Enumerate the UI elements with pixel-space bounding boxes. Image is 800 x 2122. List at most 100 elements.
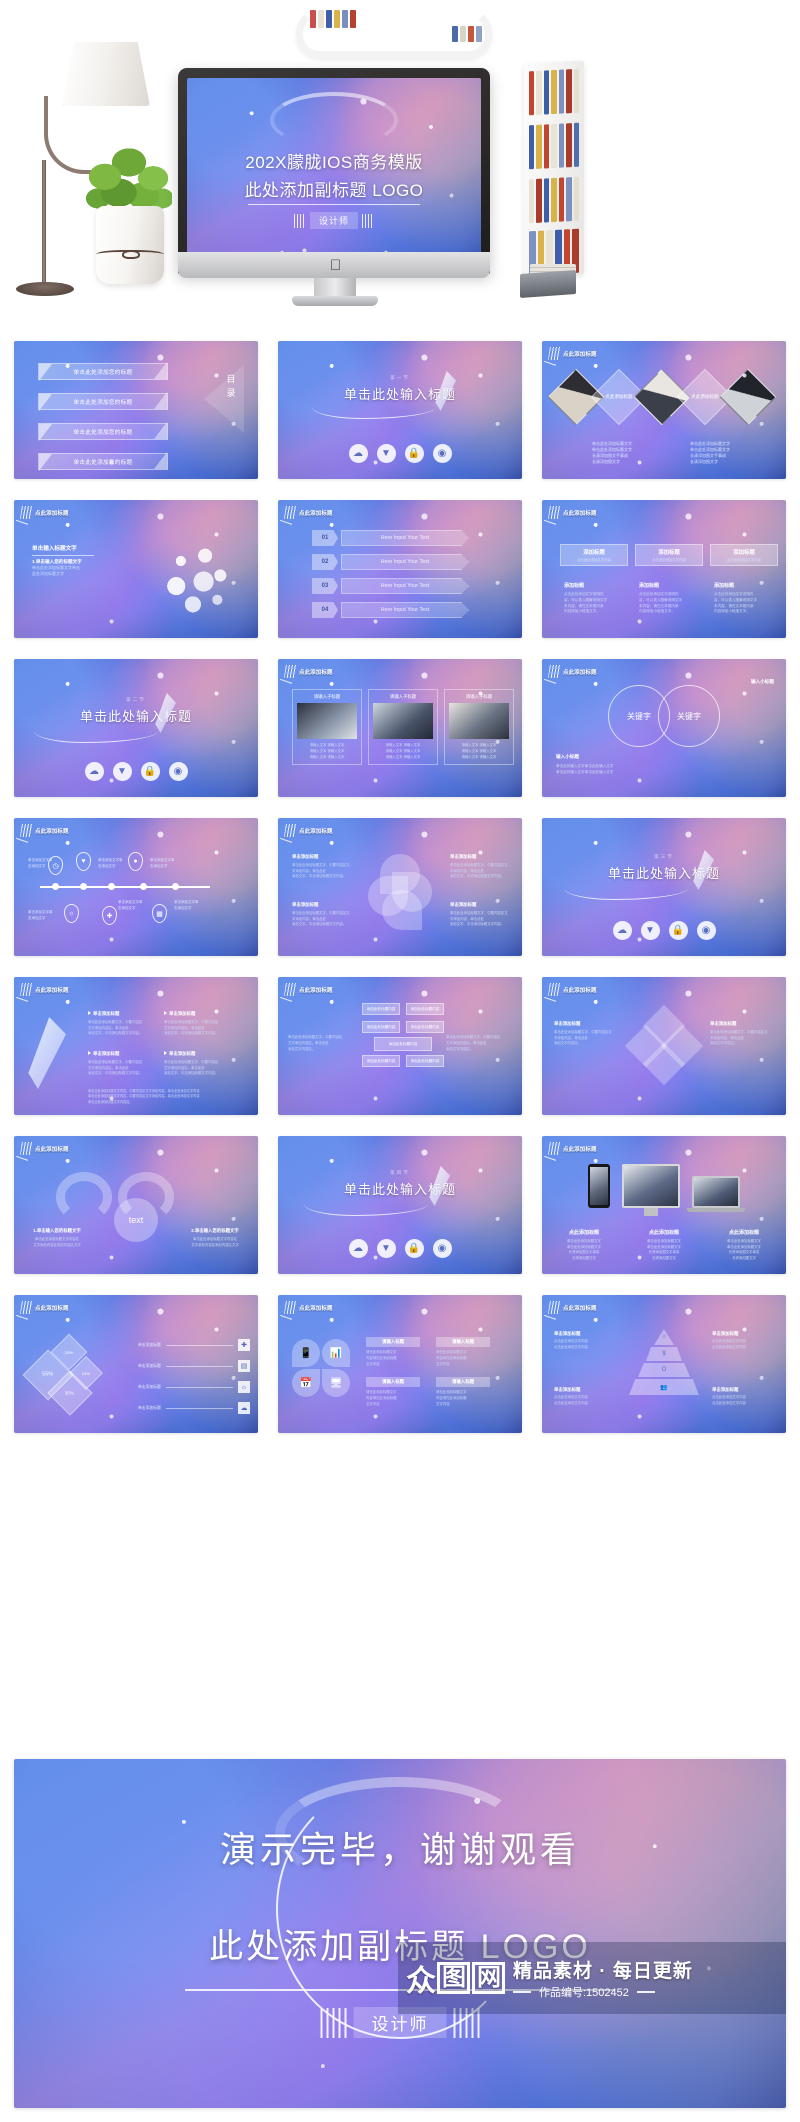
caption-title: 点此添加标题	[648, 1229, 679, 1236]
org-node[interactable]: 添加此处标题内容	[406, 1055, 444, 1067]
photo-card[interactable]: 请输入子标题 请输入文本 请输入文本 请输入文本 请输入文本 请输入文本 请输入…	[368, 689, 438, 766]
timeline-axis	[40, 886, 210, 888]
photo-card[interactable]: 请输入子标题 请输入文本 请输入文本 请输入文本 请输入文本 请输入文本 请输入…	[292, 689, 362, 766]
legend-row[interactable]: 单击添加标题 ☼	[138, 1381, 250, 1393]
diamond-cluster-graphic	[624, 1004, 704, 1086]
thumbnail-petal-cluster[interactable]: 点此添加标题 单击添加标题 单击此处添加标题文字，中要内容区文 字添加内容。单击…	[278, 818, 522, 956]
calendar-icon[interactable]: 📅	[292, 1369, 320, 1397]
cloud-icon[interactable]: ☁	[612, 921, 632, 940]
monitor-icon[interactable]: 🖥	[322, 1369, 350, 1397]
petal-card-icon	[382, 890, 422, 930]
thumbnail-section-divider-4[interactable]: 第四节 单击此处输入标题 ☁ ▼ 🔒 ◉	[278, 1136, 522, 1274]
card[interactable]: 添加标题 点击此处添加文字内容 添加标题 点击此处添加文字说明内 容，可以表入图…	[710, 544, 778, 615]
org-node-center[interactable]: 添加此处标题内容	[374, 1037, 432, 1051]
agenda-bar[interactable]: 单击此处添加您的标题	[38, 362, 168, 381]
wifi-icon[interactable]: ◉	[432, 444, 452, 463]
thumbnail-org-chart[interactable]: 点此添加标题 添加此处标题内容 添加此处标题内容 添加此处标题内容 添加此处标题…	[278, 977, 522, 1115]
lock-icon[interactable]: 🔒	[404, 1239, 424, 1258]
triangle-bullet-icon	[164, 1051, 167, 1055]
phone-icon[interactable]: 📱	[292, 1339, 320, 1367]
legend-row[interactable]: 单击添加标题 ▤	[138, 1360, 250, 1372]
legend-line	[165, 1386, 233, 1388]
photo-card-label: 请输入子标题	[465, 694, 493, 699]
bulb-icon[interactable]: ☼	[64, 904, 79, 923]
thumbnail-four-quadrant[interactable]: 点此添加标题 📱 📊 📅 🖥 请输入标题 请在此添加标题文字 内容请在此添加标题…	[278, 1295, 522, 1433]
wifi-icon[interactable]: ◉	[168, 762, 188, 781]
download-icon[interactable]: ▼	[640, 921, 660, 940]
timeline-dot	[172, 883, 179, 890]
thumbnail-arrow-text[interactable]: 点此添加标题 text 1.单击输入您的标题文字 单击此处添加标题文字内容区 文…	[14, 1136, 258, 1274]
lock-icon[interactable]: 🔒	[404, 444, 424, 463]
thumbnail-keywords[interactable]: 点此添加标题 关键字 关键字 输入小标题 输入小标题 单击此处输入文字单击此处输…	[542, 659, 786, 797]
plus-icon[interactable]: ✚	[102, 906, 117, 925]
org-side-left: 单击此处添加标题文字，中要内容区 文字添加内容区。单击此处 添加文字内容区。	[288, 1035, 343, 1051]
center-text-circle[interactable]: text	[114, 1198, 158, 1242]
thumbnail-section-divider-3[interactable]: 第三节 单击此处输入标题 ☁ ▼ 🔒 ◉	[542, 818, 786, 956]
card[interactable]: 添加标题 点击此处添加文字内容 添加标题 点击此处添加文字说明内 容，可以表入图…	[560, 544, 628, 615]
block-heading: 单击输入标题文字	[32, 546, 77, 552]
caption-body: 单击此处添加标题文字内容区 文字添加内容区添加内容区文字	[33, 1237, 81, 1247]
lock-icon[interactable]: 🔒	[140, 762, 160, 781]
pyramid-level-2[interactable]: $	[646, 1347, 682, 1361]
heart-icon[interactable]: ♥	[76, 852, 91, 871]
lock-icon[interactable]: 🔒	[668, 921, 688, 940]
quadrant-box[interactable]: 请输入标题 请在此添加标题文字 内容请在此添加标题 文字内容	[366, 1337, 420, 1367]
cloud-icon[interactable]: ☁	[84, 762, 104, 781]
agenda-bar-label: 单击此处添加您的标题	[73, 429, 133, 436]
org-node[interactable]: 添加此处标题内容	[362, 1055, 400, 1067]
agenda-bar[interactable]: 单击此处添加您的标题	[38, 422, 168, 441]
corner-title: 点此添加标题	[563, 351, 597, 358]
note-title: 输入小标题	[751, 679, 774, 684]
photo-card[interactable]: 请输入子标题 请输入文本 请输入文本 请输入文本 请输入文本 请输入文本 请输入…	[444, 689, 514, 766]
numbered-row[interactable]: 02 Here Input Your Text	[312, 554, 469, 570]
bookshelf-base	[520, 270, 576, 298]
thumbnail-percent-diamonds[interactable]: 点此添加标题 55% 20% 10% 35% 单击添加标题 ✚ 单击添加标题 ▤…	[14, 1295, 258, 1433]
wifi-icon[interactable]: ◉	[696, 921, 716, 940]
thumbnail-pen-bullets[interactable]: 点此添加标题 单击添加标题 单击此处添加标题文字，中要内容区 文字添加内容区。单…	[14, 977, 258, 1115]
org-node[interactable]: 添加此处标题内容	[406, 1003, 444, 1015]
cloud-icon[interactable]: ☁	[348, 1239, 368, 1258]
download-icon[interactable]: ▼	[112, 762, 132, 781]
thumbnail-section-divider-2[interactable]: 第二节 单击此处输入标题 ☁ ▼ 🔒 ◉	[14, 659, 258, 797]
thumbnail-three-cards[interactable]: 点此添加标题 添加标题 点击此处添加文字内容 添加标题 点击此处添加文字说明内 …	[542, 500, 786, 638]
wifi-icon[interactable]: ◉	[432, 1239, 452, 1258]
pyramid-level-3[interactable]: O	[638, 1363, 690, 1377]
thumbnail-devices[interactable]: 点此添加标题 点此添加标题 单击此处添加标题文字 单击此处添加标题文字 长清添加…	[542, 1136, 786, 1274]
download-icon[interactable]: ▼	[376, 1239, 396, 1258]
thumbnail-timeline[interactable]: 点此添加标题 ◷ ♥ ● ☼ ✚ ▦ 单击添加文字单 击添加文字 单击添加文字单…	[14, 818, 258, 956]
thumbnail-diamond-cluster[interactable]: 点此添加标题 单击添加标题 单击此处添加标题文字，中要内容区文 字添加内容。单击…	[542, 977, 786, 1115]
diamond-photo[interactable]	[719, 368, 777, 426]
cloud-icon[interactable]: ☁	[348, 444, 368, 463]
thumbnail-numbered-list[interactable]: 点此添加标题 01 Here Input Your Text 02 Here I…	[278, 500, 522, 638]
chart-icon[interactable]: 📊	[322, 1339, 350, 1367]
agenda-bar[interactable]: 单击此处添加您的标题	[38, 392, 168, 411]
imac-stand-neck	[314, 278, 356, 298]
legend-label: 单击添加标题	[138, 1384, 161, 1389]
numbered-row[interactable]: 04 Here Input Your Text	[312, 602, 469, 618]
item-body: 单击此处添加标题文字，中要内容区文 字添加内容。单击此处 添加文字。中击添加标题…	[292, 863, 350, 879]
legend-row[interactable]: 单击添加标题 ✚	[138, 1339, 250, 1351]
quadrant-box[interactable]: 请输入标题 请在此添加标题文字 内容请在此添加标题 文字内容	[436, 1377, 490, 1407]
thumbnail-diamond-photos[interactable]: 点此添加标题 点此添加标题 点此添加标题 单击此处添加标题文字 单击此处添加标题…	[542, 341, 786, 479]
pyramid-level-1[interactable]: ☼	[654, 1329, 674, 1345]
agenda-bar[interactable]: 单击此处添加您的标题	[38, 452, 168, 471]
quadrant-box[interactable]: 请输入标题 请在此添加标题文字 内容请在此添加标题 文字内容	[366, 1377, 420, 1407]
keyword-circle[interactable]: 关键字	[658, 685, 720, 747]
download-icon[interactable]: ▼	[376, 444, 396, 463]
row-number: 02	[312, 554, 338, 570]
numbered-row[interactable]: 03 Here Input Your Text	[312, 578, 469, 594]
thumbnail-section-divider-1[interactable]: 第一节 单击此处输入标题 ☁ ▼ 🔒 ◉	[278, 341, 522, 479]
card[interactable]: 添加标题 点击此处添加文字内容 添加标题 点击此处添加文字说明内 容，可以表入图…	[635, 544, 703, 615]
numbered-row[interactable]: 01 Here Input Your Text	[312, 530, 469, 546]
calendar-icon[interactable]: ▦	[152, 904, 167, 923]
org-node[interactable]: 添加此处标题内容	[362, 1021, 400, 1033]
pyramid-level-4[interactable]: 👥	[629, 1379, 699, 1395]
quadrant-box[interactable]: 请输入标题 请在此添加标题文字 内容请在此添加标题 文字内容	[436, 1337, 490, 1367]
org-node[interactable]: 添加此处标题内容	[362, 1003, 400, 1015]
thumbnail-pyramid[interactable]: 点此添加标题 ☼ $ O 👥 单击添加标题 点击此处添加文字内容 点击此处添加文…	[542, 1295, 786, 1433]
thumbnail-agenda[interactable]: 单击此处添加您的标题 单击此处添加您的标题 单击此处添加您的标题 单击此处添加您…	[14, 341, 258, 479]
thumbnail-photo-cards[interactable]: 点此添加标题 请输入子标题 请输入文本 请输入文本 请输入文本 请输入文本 请输…	[278, 659, 522, 797]
legend-row[interactable]: 单击添加标题 ☁	[138, 1402, 250, 1414]
org-node[interactable]: 添加此处标题内容	[406, 1021, 444, 1033]
thumbnail-icon-ball[interactable]: 点此添加标题 单击输入标题文字 1.单击输入您的标题文字 单击此处添加标题文字单…	[14, 500, 258, 638]
